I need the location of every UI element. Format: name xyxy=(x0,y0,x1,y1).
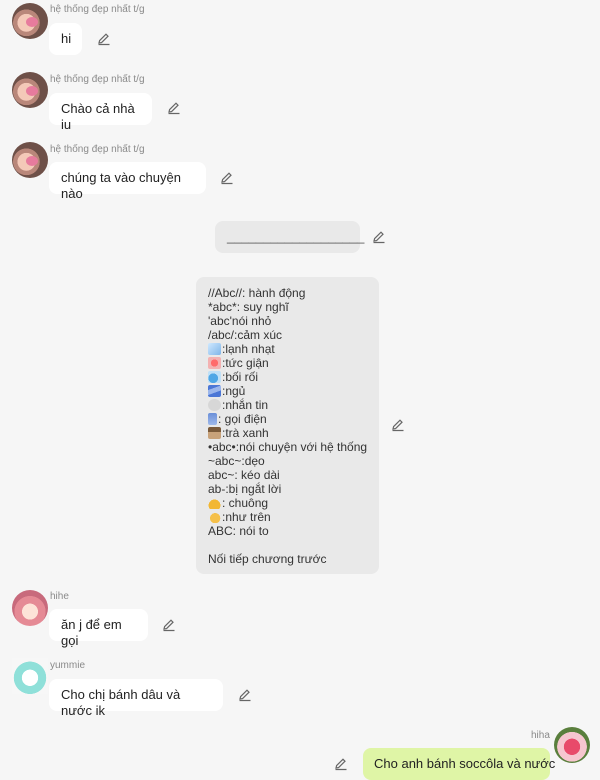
avatar[interactable] xyxy=(12,3,48,39)
legend-line: :nhắn tin xyxy=(222,398,269,412)
bell-icon xyxy=(208,497,221,509)
legend-line: : gọi điện xyxy=(218,412,267,426)
message-text: Cho chị bánh dâu và nước ik xyxy=(61,687,181,718)
edit-icon[interactable] xyxy=(334,757,348,771)
edit-icon[interactable] xyxy=(167,101,181,115)
edit-icon[interactable] xyxy=(391,418,405,432)
pointing-hand-icon xyxy=(208,511,221,523)
legend-line xyxy=(208,538,367,552)
tea-icon xyxy=(208,427,221,439)
speech-bubble-icon xyxy=(208,399,221,411)
avatar[interactable] xyxy=(12,142,48,178)
message-text: chúng ta vào chuyện nào xyxy=(61,170,181,201)
message-bubble[interactable]: ăn j để em gọi xyxy=(49,609,148,648)
legend-line: :như trên xyxy=(222,510,271,524)
legend-line: /abc/:cảm xúc xyxy=(208,328,283,342)
message-bubble[interactable]: Chào cả nhà iu xyxy=(49,93,152,132)
avatar[interactable] xyxy=(12,72,48,108)
system-legend-bubble[interactable]: //Abc//: hành động *abc*: suy nghĩ 'abc'… xyxy=(196,277,379,574)
message-bubble[interactable]: hi xyxy=(49,23,82,55)
sender-name: hệ thống đẹp nhất t/g xyxy=(50,144,145,155)
anger-icon xyxy=(208,357,221,369)
legend-line: :bối rối xyxy=(222,370,259,384)
message-text: Cho anh bánh soccôla và nước xyxy=(374,756,556,771)
legend-line: 'abc'nói nhỏ xyxy=(208,314,272,328)
sender-name: hệ thống đẹp nhất t/g xyxy=(50,4,145,15)
legend-line: •abc•:nói chuyện với hệ thống xyxy=(208,440,368,454)
legend-line: ABC: nói to xyxy=(208,524,269,538)
legend-line: ab-:bị ngắt lời xyxy=(208,482,282,496)
avatar[interactable] xyxy=(554,727,590,763)
sender-name: hệ thống đẹp nhất t/g xyxy=(50,74,145,85)
edit-icon[interactable] xyxy=(162,618,176,632)
legend-line: abc~: kéo dài xyxy=(208,468,280,482)
message-text: ăn j để em gọi xyxy=(61,617,122,648)
message-bubble[interactable]: chúng ta vào chuyện nào xyxy=(49,162,206,201)
message-text: hi xyxy=(61,31,72,46)
legend-line: :lạnh nhạt xyxy=(222,342,275,356)
legend-line: :tức giận xyxy=(222,356,269,370)
edit-icon[interactable] xyxy=(372,230,386,244)
legend-line: *abc*: suy nghĩ xyxy=(208,300,289,314)
legend-line: : chuông xyxy=(222,496,269,510)
edit-icon[interactable] xyxy=(220,171,234,185)
sleep-icon xyxy=(208,385,221,397)
legend-line: :trà xanh xyxy=(222,426,269,440)
legend-line: //Abc//: hành động xyxy=(208,286,306,300)
edit-icon[interactable] xyxy=(97,32,111,46)
separator-text: ___________________ xyxy=(227,229,365,244)
sender-name: hihe xyxy=(50,591,69,602)
sender-name: yummie xyxy=(50,660,86,671)
message-text: Chào cả nhà iu xyxy=(61,101,135,132)
sweat-icon xyxy=(208,371,221,383)
avatar[interactable] xyxy=(12,658,48,694)
legend-line: Nối tiếp chương trước xyxy=(208,552,327,566)
legend-line: :ngủ xyxy=(222,384,246,398)
legend-line: ~abc~:dẹo xyxy=(208,454,265,468)
message-bubble[interactable]: Cho chị bánh dâu và nước ik xyxy=(49,679,223,718)
phone-icon xyxy=(208,413,217,425)
ice-cube-icon xyxy=(208,343,221,355)
sender-name: hiha xyxy=(531,730,550,741)
avatar[interactable] xyxy=(12,590,48,626)
system-separator-bubble[interactable]: ___________________ xyxy=(215,221,364,253)
edit-icon[interactable] xyxy=(238,688,252,702)
own-message-bubble[interactable]: Cho anh bánh soccôla và nước xyxy=(363,748,555,780)
